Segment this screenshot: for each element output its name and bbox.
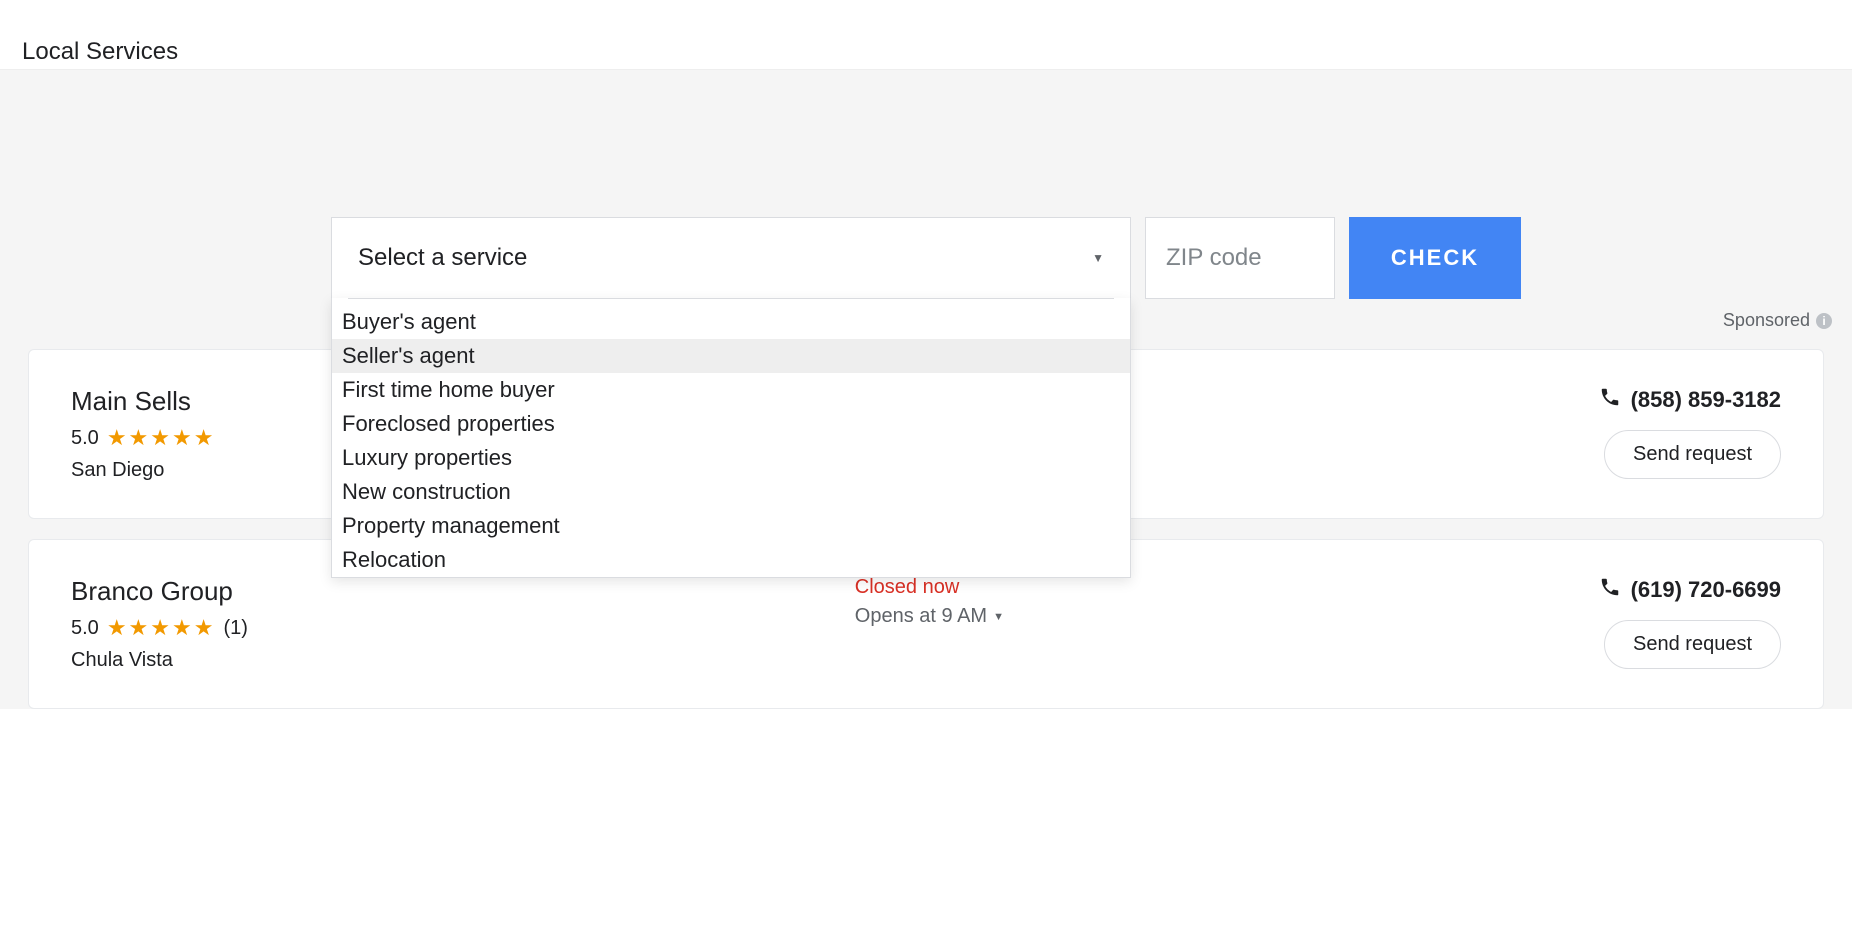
phone-number: (619) 720-6699 bbox=[1631, 577, 1781, 603]
dropdown-option-property-mgmt[interactable]: Property management bbox=[332, 509, 1130, 543]
dropdown-option-first-time[interactable]: First time home buyer bbox=[332, 373, 1130, 407]
listing-title[interactable]: Branco Group bbox=[71, 576, 815, 607]
status-closed: Closed now bbox=[855, 576, 1599, 599]
phone-icon bbox=[1599, 576, 1621, 604]
dropdown-option-relocation[interactable]: Relocation bbox=[332, 543, 1130, 577]
dropdown-option-new-construction[interactable]: New construction bbox=[332, 475, 1130, 509]
listing-rating: 5.0 ★★★★★ (1) bbox=[71, 615, 815, 641]
stars-icon: ★★★★★ bbox=[107, 615, 216, 641]
header: Local Services bbox=[0, 0, 1852, 66]
check-button[interactable]: CHECK bbox=[1349, 217, 1521, 299]
dropdown-option-sellers-agent[interactable]: Seller's agent bbox=[332, 339, 1130, 373]
opens-text: Opens at 9 AM bbox=[855, 605, 987, 628]
phone-number: (858) 859-3182 bbox=[1631, 387, 1781, 413]
info-icon[interactable]: i bbox=[1816, 313, 1832, 329]
dropdown-option-foreclosed[interactable]: Foreclosed properties bbox=[332, 407, 1130, 441]
rating-value: 5.0 bbox=[71, 617, 99, 640]
dropdown-option-luxury[interactable]: Luxury properties bbox=[332, 441, 1130, 475]
send-request-button[interactable]: Send request bbox=[1604, 430, 1781, 479]
rating-value: 5.0 bbox=[71, 427, 99, 450]
sponsored-label: Sponsored bbox=[1723, 310, 1810, 331]
listing-phone[interactable]: (619) 720-6699 bbox=[1599, 576, 1781, 604]
service-select[interactable]: Select a service ▼ Buyer's agent Seller'… bbox=[331, 217, 1131, 299]
zip-placeholder: ZIP code bbox=[1166, 244, 1262, 272]
zip-input[interactable]: ZIP code bbox=[1145, 217, 1335, 299]
listing-phone[interactable]: (858) 859-3182 bbox=[1599, 386, 1781, 414]
chevron-down-icon: ▼ bbox=[1092, 251, 1104, 265]
service-select-label: Select a service bbox=[358, 244, 527, 272]
opens-info[interactable]: Opens at 9 AM ▼ bbox=[855, 605, 1599, 628]
chevron-down-icon: ▼ bbox=[993, 611, 1004, 623]
stars-icon: ★★★★★ bbox=[107, 425, 216, 451]
service-dropdown: Buyer's agent Seller's agent First time … bbox=[331, 298, 1131, 578]
listing-location: Chula Vista bbox=[71, 649, 815, 672]
header-title: Local Services bbox=[22, 38, 1852, 66]
phone-icon bbox=[1599, 386, 1621, 414]
review-count: (1) bbox=[223, 617, 247, 640]
send-request-button[interactable]: Send request bbox=[1604, 620, 1781, 669]
search-row: Select a service ▼ Buyer's agent Seller'… bbox=[0, 217, 1852, 299]
dropdown-option-rentals[interactable]: Rentals bbox=[332, 577, 1130, 578]
dropdown-option-buyers-agent[interactable]: Buyer's agent bbox=[332, 305, 1130, 339]
